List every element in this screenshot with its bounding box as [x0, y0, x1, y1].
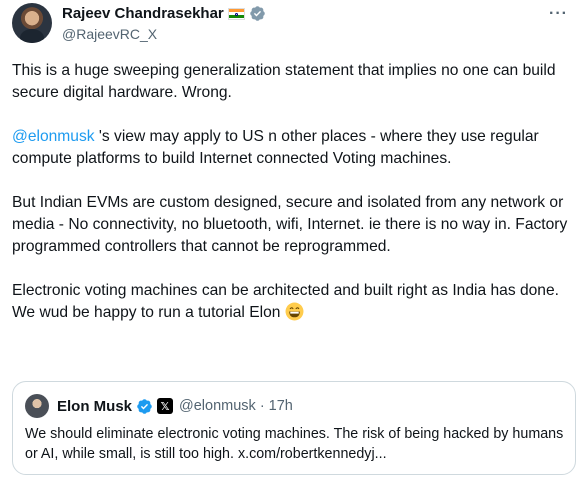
author-name[interactable]: Rajeev Chandrasekhar [62, 5, 224, 22]
author-avatar[interactable] [12, 3, 52, 43]
tweet-header: Rajeev Chandrasekhar @RajeevRC_X ··· [12, 3, 572, 47]
more-icon[interactable]: ··· [549, 5, 568, 23]
india-flag-icon [227, 7, 245, 20]
tweet-paragraph: Electronic voting machines can be archit… [12, 280, 574, 324]
author-name-row: Rajeev Chandrasekhar [62, 5, 266, 22]
quoted-tweet[interactable]: Elon Musk 𝕏 @elonmusk · 17h We should el… [12, 381, 576, 475]
author-handle[interactable]: @RajeevRC_X [62, 26, 157, 42]
mention-link[interactable]: @elonmusk [12, 128, 95, 145]
quoted-tweet-header: Elon Musk 𝕏 @elonmusk · 17h [25, 394, 293, 418]
quoted-author-handle-time: @elonmusk · 17h [179, 398, 293, 414]
x-affiliate-icon: 𝕏 [157, 398, 174, 414]
tweet-paragraph: @elonmusk 's view may apply to US n othe… [12, 126, 574, 170]
tweet-paragraph: But Indian EVMs are custom designed, sec… [12, 194, 568, 255]
quoted-tweet-text: We should eliminate electronic voting ma… [25, 426, 564, 462]
quoted-author-avatar [25, 394, 49, 418]
verified-icon [137, 398, 152, 414]
tweet-text: This is a huge sweeping generalization s… [12, 60, 574, 324]
government-verified-icon[interactable] [249, 5, 266, 22]
grinning-emoji-icon [285, 302, 304, 321]
tweet-paragraph: This is a huge sweeping generalization s… [12, 62, 556, 101]
quoted-author-name: Elon Musk [57, 397, 133, 415]
